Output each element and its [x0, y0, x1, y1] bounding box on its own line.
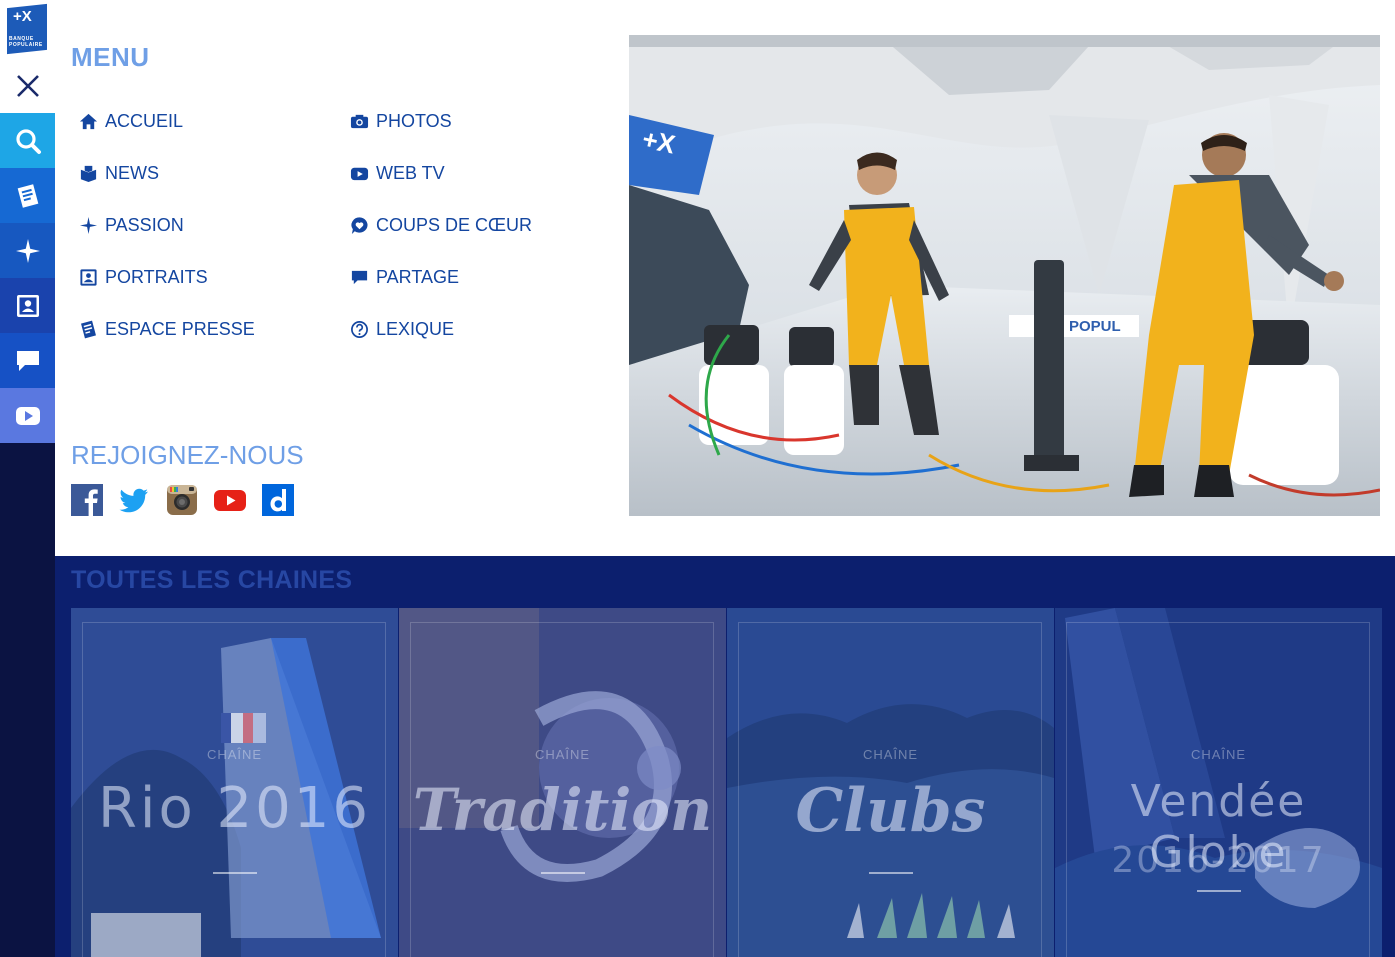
chat-icon	[16, 350, 39, 371]
menu-item-news[interactable]: NEWS	[77, 159, 159, 187]
channel-card-vendee-globe[interactable]: CHAÎNE Vendée Globe 2016-2017	[1055, 608, 1395, 957]
chat-icon	[348, 266, 370, 288]
menu-panel: MENU ACCUEIL NEWS PASSION PORTRAITS ESPA…	[55, 0, 1395, 556]
card-kicker: CHAÎNE	[1190, 747, 1247, 762]
app-root: +X BANQUE POPULAIRE MENU ACCUEIL NEWS PA…	[0, 0, 1395, 957]
logo-text: BANQUE POPULAIRE	[9, 36, 43, 48]
heart-bubble-icon	[348, 214, 370, 236]
menu-item-lexique[interactable]: LEXIQUE	[348, 315, 454, 343]
rail-partage-button[interactable]	[0, 333, 55, 388]
menu-item-photos[interactable]: PHOTOS	[348, 107, 452, 135]
channel-card-rio-2016[interactable]: CHAÎNE Rio 2016	[71, 608, 398, 957]
camera-icon	[348, 110, 370, 132]
menu-item-accueil[interactable]: ACCUEIL	[77, 107, 183, 135]
card-kicker: CHAÎNE	[534, 747, 591, 762]
close-button[interactable]	[0, 58, 55, 113]
card-underline	[213, 872, 257, 874]
rail-search-button[interactable]	[0, 113, 55, 168]
instagram-link[interactable]	[166, 484, 198, 516]
menu-item-passion[interactable]: PASSION	[77, 211, 184, 239]
menu-item-label: ACCUEIL	[105, 110, 184, 131]
card-kicker: CHAÎNE	[862, 747, 919, 762]
menu-item-espace-presse[interactable]: ESPACE PRESSE	[77, 315, 255, 343]
question-icon	[348, 318, 370, 340]
menu-item-web-tv[interactable]: WEB TV	[348, 159, 445, 187]
facebook-icon	[71, 484, 103, 516]
menu-item-portraits[interactable]: PORTRAITS	[77, 263, 208, 291]
channel-card-tradition[interactable]: CHAÎNE Tradition	[399, 608, 726, 957]
star-icon	[15, 238, 40, 263]
news-icon	[77, 162, 99, 184]
france-olympic-logo	[91, 913, 201, 957]
facebook-link[interactable]	[71, 484, 103, 516]
card-underline	[869, 872, 913, 874]
twitter-link[interactable]	[118, 484, 150, 516]
card-title: Rio 2016	[97, 776, 372, 841]
menu-item-coups-de-coeur[interactable]: COUPS DE CŒUR	[348, 211, 532, 239]
play-icon	[348, 162, 370, 184]
menu-item-label: PARTAGE	[376, 266, 460, 287]
menu-item-label: COUPS DE CŒUR	[376, 214, 533, 235]
portrait-icon	[16, 294, 39, 317]
card-subtitle: 2016-2017	[1111, 840, 1326, 881]
card-underline	[541, 872, 585, 874]
channels-section: TOUTES LES CHAINES CHAÎNE Rio 2016 CHAÎN…	[55, 556, 1395, 957]
menu-item-label: LEXIQUE	[376, 318, 455, 339]
search-icon	[15, 128, 41, 154]
brand-logo[interactable]: +X BANQUE POPULAIRE	[0, 0, 55, 58]
card-underline	[1197, 890, 1241, 892]
rail-press-button[interactable]	[0, 168, 55, 223]
card-title: Clubs	[795, 776, 986, 846]
menu-title: MENU	[71, 42, 150, 72]
twitter-icon	[119, 488, 148, 513]
newspaper-icon	[17, 183, 38, 208]
rail-webtv-button[interactable]	[0, 388, 55, 443]
dailymotion-icon	[262, 484, 294, 516]
portrait-icon	[77, 266, 99, 288]
card-title: Tradition	[412, 776, 713, 844]
play-icon	[15, 406, 40, 425]
close-icon	[16, 74, 39, 97]
menu-item-label: PASSION	[105, 214, 184, 235]
card-kicker: CHAÎNE	[206, 747, 263, 762]
menu-item-label: PHOTOS	[376, 110, 452, 131]
dailymotion-link[interactable]	[262, 484, 294, 516]
menu-item-partage[interactable]: PARTAGE	[348, 263, 459, 291]
channels-title: TOUTES LES CHAINES	[71, 566, 353, 594]
sailing-photo: +X POPUL	[629, 35, 1380, 516]
instagram-icon	[167, 485, 197, 515]
sailing-photo-illustration: +X POPUL	[629, 35, 1380, 516]
menu-item-label: WEB TV	[376, 162, 445, 183]
rail-portraits-button[interactable]	[0, 278, 55, 333]
star-icon	[77, 214, 99, 236]
rail-passion-button[interactable]	[0, 223, 55, 278]
side-rail: +X BANQUE POPULAIRE	[0, 0, 55, 957]
youtube-icon	[214, 490, 246, 511]
newspaper-icon	[77, 318, 99, 340]
home-icon	[77, 110, 99, 132]
menu-item-label: PORTRAITS	[105, 266, 208, 287]
join-title: REJOIGNEZ-NOUS	[71, 440, 304, 470]
menu-item-label: NEWS	[105, 162, 159, 183]
boat-banner-text: POPUL	[1069, 318, 1121, 335]
youtube-link[interactable]	[214, 484, 246, 516]
channel-card-clubs[interactable]: CHAÎNE Clubs	[727, 608, 1054, 957]
menu-item-label: ESPACE PRESSE	[105, 318, 255, 339]
logo-mark: +X	[13, 8, 32, 25]
